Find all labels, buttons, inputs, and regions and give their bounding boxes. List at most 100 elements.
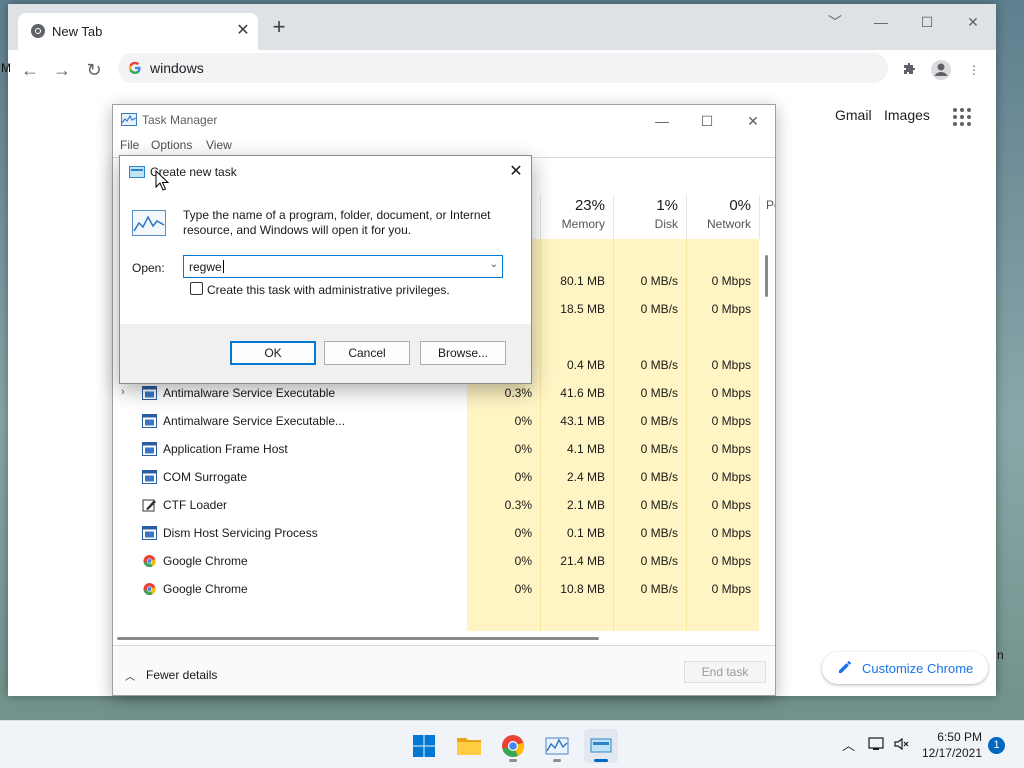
disk-cell: 0 MB/s (640, 526, 678, 540)
disk-cell: 0 MB/s (640, 442, 678, 456)
back-arrow-icon[interactable]: ← (16, 56, 44, 84)
memory-cell: 0.4 MB (566, 358, 605, 372)
process-name: Antimalware Service Executable... (163, 414, 346, 428)
dialog-titlebar: Create new task ✕ (120, 156, 531, 188)
tm-maximize-button[interactable]: ☐ (692, 111, 722, 131)
chevron-down-icon[interactable]: ⌄ (490, 259, 498, 270)
network-cell: 0 Mbps (711, 554, 751, 568)
chrome-menu-icon[interactable]: ⋮ (962, 58, 986, 82)
menu-file[interactable]: File (120, 138, 139, 152)
tab-close-button[interactable]: ✕ (232, 20, 254, 42)
column-header-network[interactable]: 0% Network (686, 195, 759, 239)
menu-options[interactable]: Options (151, 138, 192, 152)
cancel-button[interactable]: Cancel (324, 341, 410, 365)
table-row[interactable]: Application Frame Host 0% 4.1 MB 0 MB/s 0 Mb… (113, 435, 759, 463)
disk-cell: 0 MB/s (640, 274, 678, 288)
chrome-taskbar-icon[interactable] (496, 729, 530, 763)
memory-cell: 4.1 MB (566, 442, 605, 456)
address-bar-text: windows (150, 60, 204, 76)
taskbar-clock[interactable]: 6:50 PM 12/17/2021 (920, 729, 982, 761)
process-name: CTF Loader (163, 498, 228, 512)
ok-button[interactable]: OK (230, 341, 316, 365)
chrome-close-button[interactable]: ✕ (958, 10, 988, 34)
memory-cell: 80.1 MB (560, 274, 605, 288)
process-name: Dism Host Servicing Process (163, 526, 318, 540)
menu-view[interactable]: View (206, 138, 232, 152)
column-header-memory[interactable]: 23% Memory (540, 195, 613, 239)
process-name: Application Frame Host (163, 442, 288, 456)
run-dialog-taskbar-icon[interactable] (584, 729, 618, 763)
memory-percent: 23% (574, 197, 605, 214)
dialog-description: Type the name of a program, folder, docu… (183, 208, 491, 237)
cpu-cell: 0% (514, 582, 532, 596)
disk-cell: 0 MB/s (640, 470, 678, 484)
task-manager-title: Task Manager (142, 113, 218, 127)
open-input-value[interactable]: regwe (189, 260, 224, 274)
google-icon (128, 61, 141, 74)
tab-new-tab[interactable]: New Tab ✕ (18, 13, 258, 50)
process-name: Google Chrome (163, 554, 248, 568)
table-row[interactable]: Google Chrome 0% 21.4 MB 0 MB/s 0 Mbps (113, 547, 759, 575)
tm-close-button[interactable]: ✕ (738, 111, 768, 131)
network-column-label: Network (706, 217, 751, 231)
reload-icon[interactable]: ↻ (80, 56, 108, 84)
address-bar[interactable]: windows (118, 53, 888, 83)
chrome-icon (143, 555, 156, 567)
tm-minimize-button[interactable]: — (647, 111, 677, 131)
admin-privileges-checkbox[interactable] (190, 282, 203, 295)
pencil-icon (839, 660, 852, 673)
memory-cell: 43.1 MB (560, 414, 605, 428)
chrome-icon (143, 583, 156, 595)
dialog-close-button[interactable]: ✕ (506, 162, 526, 182)
disk-cell: 0 MB/s (640, 386, 678, 400)
forward-arrow-icon[interactable]: → (48, 56, 76, 84)
gmail-link[interactable]: Gmail (835, 107, 872, 123)
table-row[interactable]: Google Chrome 0% 10.8 MB 0 MB/s 0 Mbps (113, 575, 759, 603)
new-tab-button[interactable]: + (268, 16, 290, 39)
cpu-cell: 0% (514, 554, 532, 568)
show-hidden-icons-chevron-icon[interactable]: ︿ (842, 735, 855, 754)
network-icon[interactable] (868, 736, 886, 755)
start-icon[interactable] (407, 729, 441, 763)
fewer-details-label: Fewer details (146, 668, 218, 682)
edge-fragment-right: n (997, 648, 1004, 662)
network-cell: 0 Mbps (711, 386, 751, 400)
app-window-icon (142, 470, 157, 484)
edge-fragment-left: M (1, 61, 11, 75)
process-name: COM Surrogate (163, 470, 248, 484)
customize-chrome-label: Customize Chrome (862, 661, 974, 676)
memory-cell: 2.1 MB (566, 498, 605, 512)
vertical-scrollbar[interactable] (765, 255, 768, 297)
app-window-icon (142, 386, 157, 400)
open-combobox[interactable]: regwe ⌄ (183, 255, 503, 278)
browse-button[interactable]: Browse... (420, 341, 506, 365)
chrome-maximize-button[interactable]: ☐ (912, 10, 942, 34)
file-explorer-icon[interactable] (452, 729, 486, 763)
clock-date: 12/17/2021 (921, 746, 982, 760)
tab-search-button[interactable]: ﹀ (820, 10, 850, 34)
images-link[interactable]: Images (884, 107, 930, 123)
extensions-puzzle-icon[interactable] (898, 58, 922, 82)
column-header-disk[interactable]: 1% Disk (613, 195, 686, 239)
notification-badge[interactable]: 1 (988, 737, 1005, 754)
network-cell: 0 Mbps (711, 498, 751, 512)
end-task-button[interactable]: End task (684, 661, 766, 683)
task-manager-taskbar-icon[interactable] (540, 729, 574, 763)
volume-muted-icon[interactable] (893, 736, 911, 755)
disk-cell: 0 MB/s (640, 414, 678, 428)
chrome-minimize-button[interactable]: — (866, 10, 896, 34)
column-header-power[interactable]: Po (759, 195, 775, 239)
table-row[interactable]: CTF Loader 0.3% 2.1 MB 0 MB/s 0 Mbps (113, 491, 759, 519)
table-row[interactable]: Antimalware Service Executable... 0% 43.1 … (113, 407, 759, 435)
table-row[interactable]: Dism Host Servicing Process 0% 0.1 MB 0 MB/… (113, 519, 759, 547)
table-row[interactable]: COM Surrogate 0% 2.4 MB 0 MB/s 0 Mbps (113, 463, 759, 491)
chrome-favicon-icon (31, 24, 45, 38)
disk-cell: 0 MB/s (640, 498, 678, 512)
expand-chevron-icon[interactable]: › (121, 386, 125, 398)
customize-chrome-button[interactable]: Customize Chrome (822, 652, 988, 684)
profile-avatar-icon[interactable] (929, 58, 953, 82)
google-apps-icon[interactable] (953, 108, 971, 126)
admin-privileges-label[interactable]: Create this task with administrative pri… (207, 283, 450, 297)
memory-column-label: Memory (561, 217, 605, 231)
horizontal-scrollbar[interactable] (117, 637, 599, 640)
